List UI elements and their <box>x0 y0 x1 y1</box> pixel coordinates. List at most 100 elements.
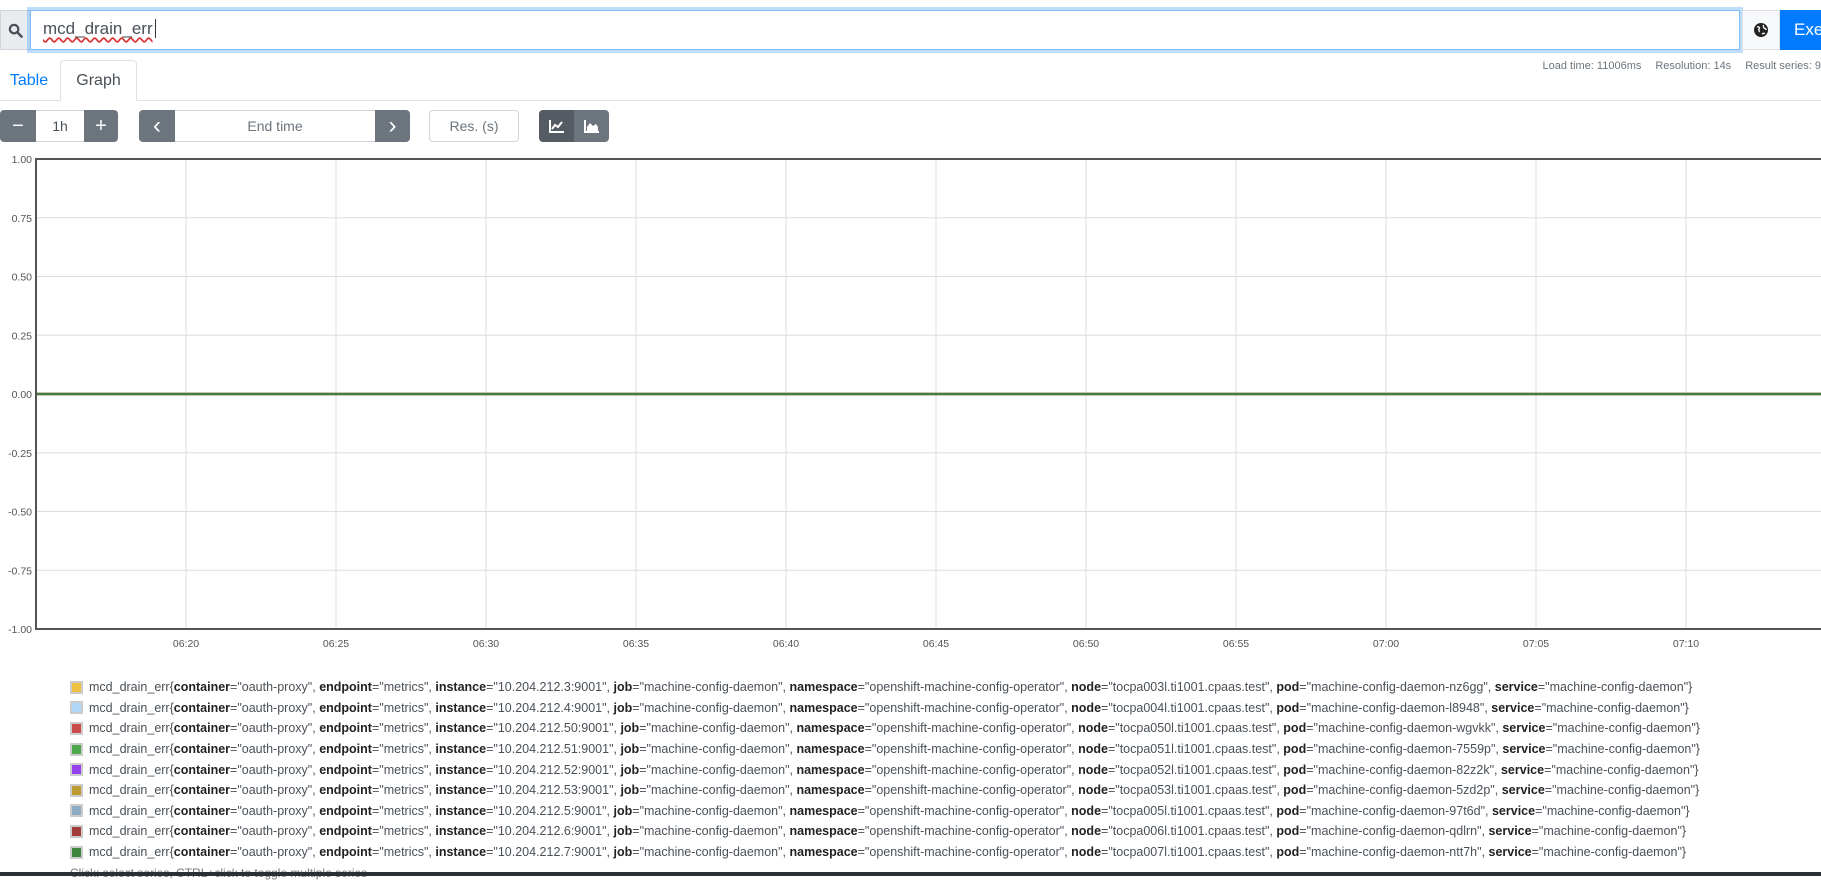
label-key: job <box>614 845 633 859</box>
expression-input[interactable]: mcd_drain_err <box>30 10 1740 50</box>
tab-table[interactable]: Table <box>0 60 58 101</box>
label-value: metrics <box>384 742 424 756</box>
next-time-button[interactable]: › <box>375 110 410 142</box>
range-input[interactable]: 1h <box>36 110 84 142</box>
label-key: instance <box>435 721 486 735</box>
label-value: 10.204.212.7:9001 <box>498 845 602 859</box>
label-value: tocpa050l.ti1001.cpaas.test <box>1120 721 1272 735</box>
label-value: 10.204.212.53:9001 <box>498 783 609 797</box>
taskbar <box>0 872 1821 876</box>
legend-swatch <box>70 804 83 817</box>
label-key: pod <box>1276 701 1299 715</box>
label-value: 10.204.212.51:9001 <box>498 742 609 756</box>
x-tick-label: 06:20 <box>173 638 199 650</box>
legend-item[interactable]: mcd_drain_err{container="oauth-proxy", e… <box>70 821 1700 842</box>
label-value: oauth-proxy <box>242 721 308 735</box>
label-value: machine-config-daemon-l8948 <box>1311 701 1480 715</box>
legend-item[interactable]: mcd_drain_err{container="oauth-proxy", e… <box>70 698 1700 719</box>
series-label: mcd_drain_err{container="oauth-proxy", e… <box>89 824 1686 838</box>
label-value: machine-config-daemon <box>644 804 778 818</box>
label-value: metrics <box>384 721 424 735</box>
graph[interactable]: 1.000.750.500.250.00-0.25-0.50-0.75-1.00… <box>0 150 1821 660</box>
legend-item[interactable]: mcd_drain_err{container="oauth-proxy", e… <box>70 842 1700 863</box>
label-key: endpoint <box>319 721 372 735</box>
search-icon-addon <box>0 10 30 50</box>
label-value: machine-config-daemon <box>1556 763 1690 777</box>
legend-item[interactable]: mcd_drain_err{container="oauth-proxy", e… <box>70 759 1700 780</box>
label-key: pod <box>1276 845 1299 859</box>
legend-swatch <box>70 722 83 735</box>
legend-item[interactable]: mcd_drain_err{container="oauth-proxy", e… <box>70 739 1700 760</box>
label-key: job <box>614 824 633 838</box>
metrics-explorer-button[interactable] <box>1742 10 1780 50</box>
label-key: container <box>174 804 230 818</box>
resolution-input[interactable]: Res. (s) <box>429 110 519 142</box>
series-label: mcd_drain_err{container="oauth-proxy", e… <box>89 783 1699 797</box>
end-time-input[interactable]: End time <box>175 110 375 142</box>
series-label: mcd_drain_err{container="oauth-proxy", e… <box>89 680 1692 694</box>
label-key: pod <box>1276 804 1299 818</box>
label-key: endpoint <box>319 763 372 777</box>
label-key: node <box>1078 763 1108 777</box>
legend-swatch <box>70 825 83 838</box>
label-value: machine-config-daemon-82z2k <box>1318 763 1490 777</box>
decrease-range-button[interactable]: − <box>0 110 36 142</box>
label-value: oauth-proxy <box>242 701 308 715</box>
label-value: 10.204.212.3:9001 <box>498 680 602 694</box>
increase-range-button[interactable]: + <box>84 110 118 142</box>
series-label: mcd_drain_err{container="oauth-proxy", e… <box>89 742 1700 756</box>
x-tick-label: 06:45 <box>923 638 949 650</box>
label-value: oauth-proxy <box>242 824 308 838</box>
x-tick-label: 06:30 <box>473 638 499 650</box>
label-key: instance <box>435 701 486 715</box>
legend-swatch <box>70 701 83 714</box>
label-value: machine-config-daemon <box>644 701 778 715</box>
label-value: openshift-machine-config-operator <box>876 783 1066 797</box>
label-value: machine-config-daemon <box>1550 680 1684 694</box>
label-value: oauth-proxy <box>242 845 308 859</box>
label-value: machine-config-daemon <box>651 763 785 777</box>
label-key: instance <box>435 845 486 859</box>
legend-swatch <box>70 763 83 776</box>
label-value: tocpa051l.ti1001.cpaas.test <box>1120 742 1272 756</box>
stacked-area-icon <box>584 119 600 133</box>
label-key: container <box>174 783 230 797</box>
label-key: endpoint <box>319 742 372 756</box>
series-label: mcd_drain_err{container="oauth-proxy", e… <box>89 721 1700 735</box>
previous-time-button[interactable]: ‹ <box>139 110 175 142</box>
label-key: container <box>174 701 230 715</box>
line-chart-button[interactable] <box>539 110 574 142</box>
legend-item[interactable]: mcd_drain_err{container="oauth-proxy", e… <box>70 677 1700 698</box>
label-key: job <box>614 804 633 818</box>
label-key: job <box>620 763 639 777</box>
series-label: mcd_drain_err{container="oauth-proxy", e… <box>89 701 1689 715</box>
label-value: machine-config-daemon <box>651 742 785 756</box>
label-value: oauth-proxy <box>242 680 308 694</box>
label-value: 10.204.212.4:9001 <box>498 701 602 715</box>
label-value: machine-config-daemon <box>1557 721 1691 735</box>
label-key: service <box>1488 824 1531 838</box>
label-key: namespace <box>796 721 864 735</box>
stacked-chart-button[interactable] <box>574 110 609 142</box>
legend-item[interactable]: mcd_drain_err{container="oauth-proxy", e… <box>70 801 1700 822</box>
tab-graph[interactable]: Graph <box>60 60 137 101</box>
series-label: mcd_drain_err{container="oauth-proxy", e… <box>89 845 1686 859</box>
label-key: pod <box>1283 783 1306 797</box>
label-value: openshift-machine-config-operator <box>869 845 1059 859</box>
label-key: pod <box>1283 721 1306 735</box>
legend-item[interactable]: mcd_drain_err{container="oauth-proxy", e… <box>70 718 1700 739</box>
tab-divider <box>0 100 1821 101</box>
x-tick-label: 06:55 <box>1223 638 1249 650</box>
execute-button[interactable]: Execute <box>1780 10 1821 50</box>
legend-item[interactable]: mcd_drain_err{container="oauth-proxy", e… <box>70 780 1700 801</box>
label-key: instance <box>435 763 486 777</box>
line-chart-icon <box>549 119 565 133</box>
label-key: namespace <box>790 845 858 859</box>
label-value: machine-config-daemon <box>644 680 778 694</box>
label-value: machine-config-daemon <box>1543 845 1677 859</box>
legend-swatch <box>70 743 83 756</box>
label-key: service <box>1502 742 1545 756</box>
label-value: oauth-proxy <box>242 804 308 818</box>
label-key: job <box>614 680 633 694</box>
label-key: endpoint <box>319 804 372 818</box>
